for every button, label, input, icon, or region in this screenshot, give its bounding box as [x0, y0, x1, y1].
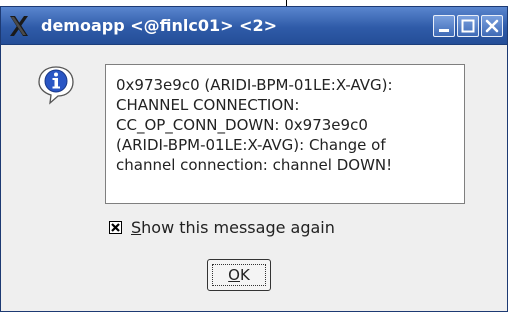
message-line: CC_OP_CONN_DOWN: 0x973e9c0 — [116, 116, 368, 134]
show-again-label[interactable]: Show this message again — [131, 219, 335, 237]
ok-button[interactable]: OK — [207, 259, 271, 291]
dialog-window: demoapp <@finlc01> <2> 0x973e9c0 (ARIDI-… — [0, 6, 508, 312]
mnemonic-char: S — [131, 218, 142, 237]
mnemonic-char: O — [228, 266, 240, 284]
minimize-button[interactable] — [433, 15, 455, 37]
message-box: 0x973e9c0 (ARIDI-BPM-01LE:X-AVG): CHANNE… — [105, 64, 465, 204]
x-window-icon — [7, 14, 31, 38]
message-line: 0x973e9c0 (ARIDI-BPM-01LE:X-AVG): — [116, 76, 393, 94]
close-button[interactable] — [481, 15, 503, 37]
window-title: demoapp <@finlc01> <2> — [41, 16, 278, 35]
maximize-icon — [461, 19, 475, 33]
label-rest: K — [239, 266, 250, 284]
title-bar[interactable]: demoapp <@finlc01> <2> — [1, 7, 507, 45]
checkmark-icon — [111, 223, 120, 232]
show-again-checkbox[interactable] — [109, 221, 122, 234]
ok-button-label: OK — [208, 260, 270, 290]
label-rest: how this message again — [141, 218, 335, 237]
close-icon — [485, 19, 499, 33]
message-line: channel connection: channel DOWN! — [116, 156, 393, 174]
message-line: CHANNEL CONNECTION: — [116, 96, 300, 114]
maximize-button[interactable] — [457, 15, 479, 37]
info-icon — [37, 65, 75, 105]
minimize-icon — [439, 29, 449, 32]
message-line: (ARIDI-BPM-01LE:X-AVG): Change of — [116, 136, 386, 154]
